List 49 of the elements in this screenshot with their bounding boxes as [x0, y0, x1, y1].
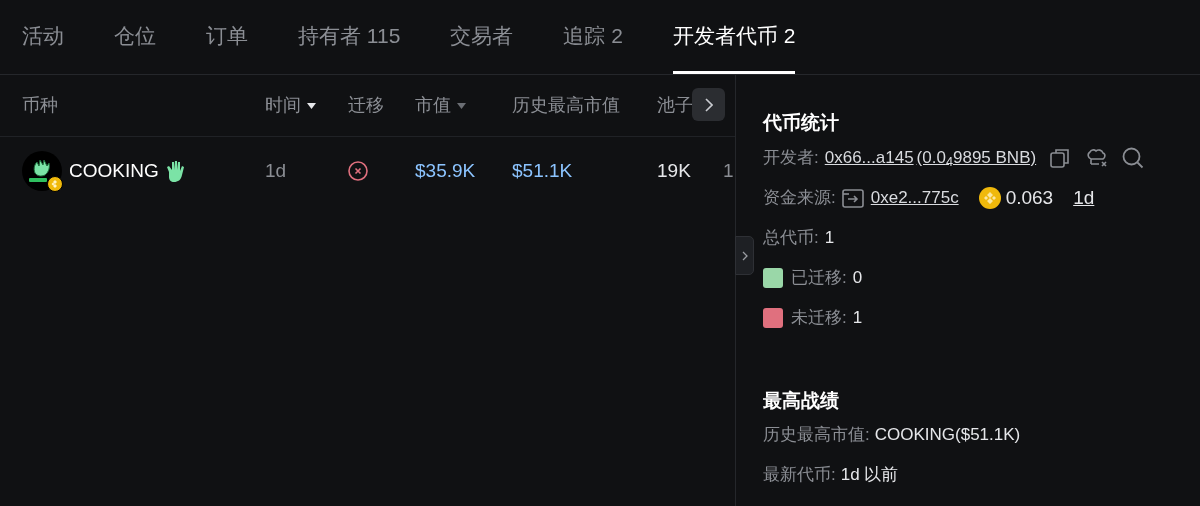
ath-label: 历史最高市值:	[763, 424, 870, 447]
latest-token-label: 最新代币:	[763, 464, 836, 487]
bnb-badge-icon	[47, 176, 63, 192]
column-header[interactable]: 迁移	[348, 92, 384, 119]
total-tokens-value: 1	[824, 227, 835, 250]
chevron-right-icon	[741, 250, 748, 261]
tab[interactable]: 交易者	[450, 0, 514, 74]
pool-cell: 19K	[657, 159, 691, 181]
funding-amount: 0.063	[1005, 185, 1054, 210]
time-cell: 1d	[265, 159, 287, 181]
hand-icon	[165, 160, 186, 182]
ath-market-cap-cell: $51.1K	[512, 159, 573, 181]
developer-label: 开发者:	[763, 147, 819, 170]
column-header[interactable]: 池子	[657, 92, 693, 119]
transfer-in-icon	[841, 188, 864, 208]
legend-label: 已迁移:	[791, 267, 847, 290]
section-title: 最高战绩	[763, 389, 840, 413]
total-tokens-label: 总代币:	[763, 227, 819, 250]
tab[interactable]: 仓位	[114, 0, 156, 74]
column-header[interactable]: 币种	[22, 92, 58, 119]
legend-value: 0	[852, 267, 863, 290]
token-name[interactable]: COOKING	[69, 156, 159, 186]
bnb-coin-icon	[978, 187, 1001, 209]
ath-value: COOKING($51.1K)	[874, 424, 1021, 447]
developer-balance-link[interactable]: (0.0$_{4}$9895 BNB)	[916, 145, 1037, 171]
chevron-right-icon	[704, 97, 713, 112]
funding-age-link[interactable]: 1d	[1073, 183, 1095, 213]
latest-token-value: 1d 以前	[840, 464, 899, 487]
scroll-right-button[interactable]	[692, 88, 725, 121]
tab[interactable]: 追踪 2	[563, 0, 623, 74]
legend-value: 1	[852, 307, 863, 330]
chef-hat-icon[interactable]	[1086, 148, 1109, 168]
collapse-handle[interactable]	[735, 236, 754, 275]
tab[interactable]: 活动	[22, 0, 64, 74]
search-icon[interactable]	[1122, 147, 1145, 169]
tab[interactable]: 订单	[206, 0, 248, 74]
section-title: 代币统计	[763, 111, 840, 135]
funding-address-link[interactable]: 0xe2...775c	[870, 185, 959, 211]
tab[interactable]: 持有者 115	[298, 0, 401, 74]
market-cap-cell: $35.9K	[415, 159, 476, 181]
column-header[interactable]: 历史最高市值	[512, 92, 620, 119]
legend-label: 未迁移:	[791, 307, 847, 330]
table-cell: 1	[723, 159, 734, 181]
funding-label: 资金来源:	[763, 187, 836, 210]
column-header[interactable]: 时间	[265, 92, 301, 119]
developer-address-link[interactable]: 0x66...a145	[824, 145, 914, 171]
column-header[interactable]: 市值	[415, 92, 451, 119]
tab[interactable]: 开发者代币 2	[672, 0, 796, 74]
copy-icon[interactable]	[1050, 148, 1071, 168]
